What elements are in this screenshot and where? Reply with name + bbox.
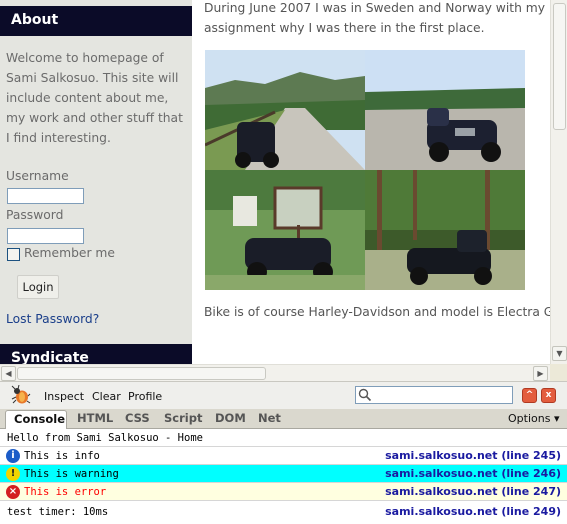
tab-script[interactable]: Script	[164, 411, 202, 425]
photo-grid	[205, 50, 525, 290]
photo-caption: Bike is of course Harley-Davidson and mo…	[204, 305, 550, 319]
console-message: test timer: 10ms	[7, 506, 109, 518]
welcome-text: Welcome to homepage of Sami Salkosuo. Th…	[6, 51, 183, 145]
sidebar: About Welcome to homepage of Sami Salkos…	[0, 0, 192, 364]
password-label: Password	[6, 208, 64, 222]
web-page-viewport: About Welcome to homepage of Sami Salkos…	[0, 0, 567, 364]
login-button[interactable]: Login	[17, 275, 59, 299]
remember-me-label: Remember me	[24, 246, 115, 260]
profile-button[interactable]: Profile	[128, 390, 162, 403]
intro-line-2: assignment why I was there in the first …	[204, 21, 485, 35]
inspect-button[interactable]: Inspect	[44, 390, 84, 403]
tab-dom[interactable]: DOM	[215, 411, 246, 425]
close-panel-icon[interactable]: x	[541, 388, 556, 403]
vertical-scrollbar[interactable]: ▼	[550, 0, 567, 364]
intro-text: During June 2007 I was in Sweden and Nor…	[204, 0, 550, 38]
syndicate-heading: Syndicate	[0, 344, 192, 364]
console-message: This is warning	[24, 468, 119, 480]
firebug-icon[interactable]	[11, 385, 31, 405]
scroll-right-icon[interactable]: ▶	[533, 366, 548, 381]
scroll-down-icon[interactable]: ▼	[552, 346, 567, 361]
tab-net[interactable]: Net	[258, 411, 281, 425]
remember-me-checkbox[interactable]	[7, 248, 20, 261]
source-link[interactable]: sami.salkosuo.net (line 246)	[385, 467, 561, 480]
photo-motorcycle-road	[205, 50, 365, 170]
lost-password-link[interactable]: Lost Password?	[6, 312, 99, 326]
console-message: This is error	[24, 486, 107, 498]
console-row-warning: ! This is warning sami.salkosuo.net (lin…	[0, 465, 567, 483]
console-row-error: × This is error sami.salkosuo.net (line …	[0, 483, 567, 501]
error-icon: ×	[6, 485, 20, 499]
tab-html[interactable]: HTML	[77, 411, 113, 425]
main-content: During June 2007 I was in Sweden and Nor…	[192, 0, 550, 364]
source-link[interactable]: sami.salkosuo.net (line 249)	[385, 505, 561, 518]
password-field[interactable]	[7, 228, 84, 244]
source-link[interactable]: sami.salkosuo.net (line 247)	[385, 485, 561, 498]
about-heading: About	[0, 6, 192, 36]
console-row: Hello from Sami Salkosuo - Home	[0, 429, 567, 447]
intro-line-1: During June 2007 I was in Sweden and Nor…	[204, 1, 550, 15]
source-link[interactable]: sami.salkosuo.net (line 245)	[385, 449, 561, 462]
firebug-toolbar: Inspect Clear Profile ^ x	[0, 381, 567, 409]
photo-motorcycle-sign	[205, 170, 365, 290]
horizontal-scrollbar[interactable]: ◀ ▶	[0, 364, 550, 381]
search-input[interactable]	[355, 386, 513, 404]
photo-motorcycle-forest	[365, 170, 525, 290]
minimize-panel-icon[interactable]: ^	[522, 388, 537, 403]
console-row: test timer: 10ms sami.salkosuo.net (line…	[0, 503, 567, 521]
clear-button[interactable]: Clear	[92, 390, 121, 403]
console-message: Hello from Sami Salkosuo - Home	[7, 432, 203, 444]
photo-motorcycle-lot	[365, 50, 525, 170]
scrollbar-corner	[550, 364, 567, 381]
search-icon	[358, 388, 372, 402]
tab-css[interactable]: CSS	[125, 411, 150, 425]
username-field[interactable]	[7, 188, 84, 204]
horizontal-scroll-thumb[interactable]	[17, 367, 266, 380]
console-row-info: i This is info sami.salkosuo.net (line 2…	[0, 447, 567, 465]
console-panel: Hello from Sami Salkosuo - Home i This i…	[0, 429, 567, 524]
tab-console[interactable]: Console	[5, 410, 67, 429]
warning-icon: !	[6, 467, 20, 481]
scroll-left-icon[interactable]: ◀	[1, 366, 16, 381]
vertical-scroll-thumb[interactable]	[553, 3, 566, 130]
options-menu[interactable]: Options ▾	[508, 412, 559, 425]
info-icon: i	[6, 449, 20, 463]
console-message: This is info	[24, 450, 100, 462]
firebug-tabs: Console HTML CSS Script DOM Net Options …	[0, 409, 567, 429]
username-label: Username	[6, 169, 69, 183]
